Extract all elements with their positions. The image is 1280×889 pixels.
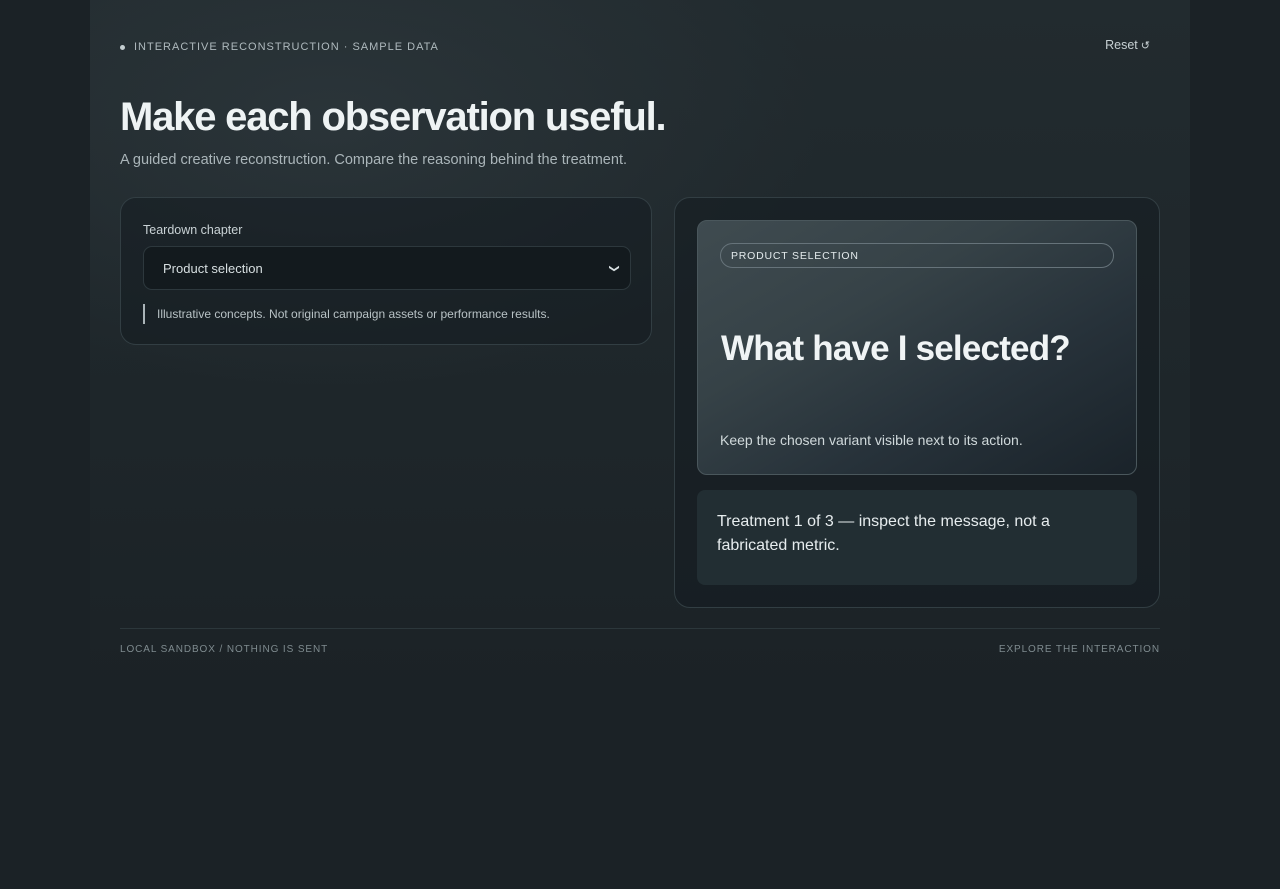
eyebrow: INTERACTIVE RECONSTRUCTION · SAMPLE DATA <box>120 41 439 53</box>
chapter-tag: PRODUCT SELECTION <box>720 243 1114 268</box>
preview-headline: What have I selected? <box>721 329 1071 368</box>
chevron-down-icon: ❯ <box>608 263 620 273</box>
eyebrow-label: INTERACTIVE RECONSTRUCTION · SAMPLE DATA <box>134 41 439 53</box>
footer-divider <box>120 628 1160 629</box>
disclaimer-note: Illustrative concepts. Not original camp… <box>143 304 550 324</box>
page-title: Make each observation useful. <box>120 95 667 139</box>
chapter-select[interactable]: Product selection ❯ <box>143 246 631 290</box>
treatment-preview-card: PRODUCT SELECTION What have I selected? … <box>697 220 1137 475</box>
preview-panel: PRODUCT SELECTION What have I selected? … <box>674 197 1160 608</box>
page-subtitle: A guided creative reconstruction. Compar… <box>120 152 627 168</box>
treatment-info-card: Treatment 1 of 3 — inspect the message, … <box>697 490 1137 585</box>
top-bar: INTERACTIVE RECONSTRUCTION · SAMPLE DATA… <box>120 38 1160 58</box>
controls-panel: Teardown chapter Product selection ❯ Ill… <box>120 197 652 345</box>
reset-button[interactable]: Reset ↺ <box>1105 38 1150 52</box>
footer-explore-link[interactable]: EXPLORE THE INTERACTION <box>999 644 1160 655</box>
reset-icon: ↺ <box>1140 39 1150 52</box>
preview-caption: Keep the chosen variant visible next to … <box>720 432 1023 448</box>
chapter-select-label: Teardown chapter <box>143 223 243 237</box>
reset-label: Reset <box>1105 38 1138 52</box>
chapter-select-value: Product selection <box>163 260 263 276</box>
bullet-dot-icon <box>120 44 125 50</box>
footer-status: LOCAL SANDBOX / NOTHING IS SENT <box>120 644 329 655</box>
